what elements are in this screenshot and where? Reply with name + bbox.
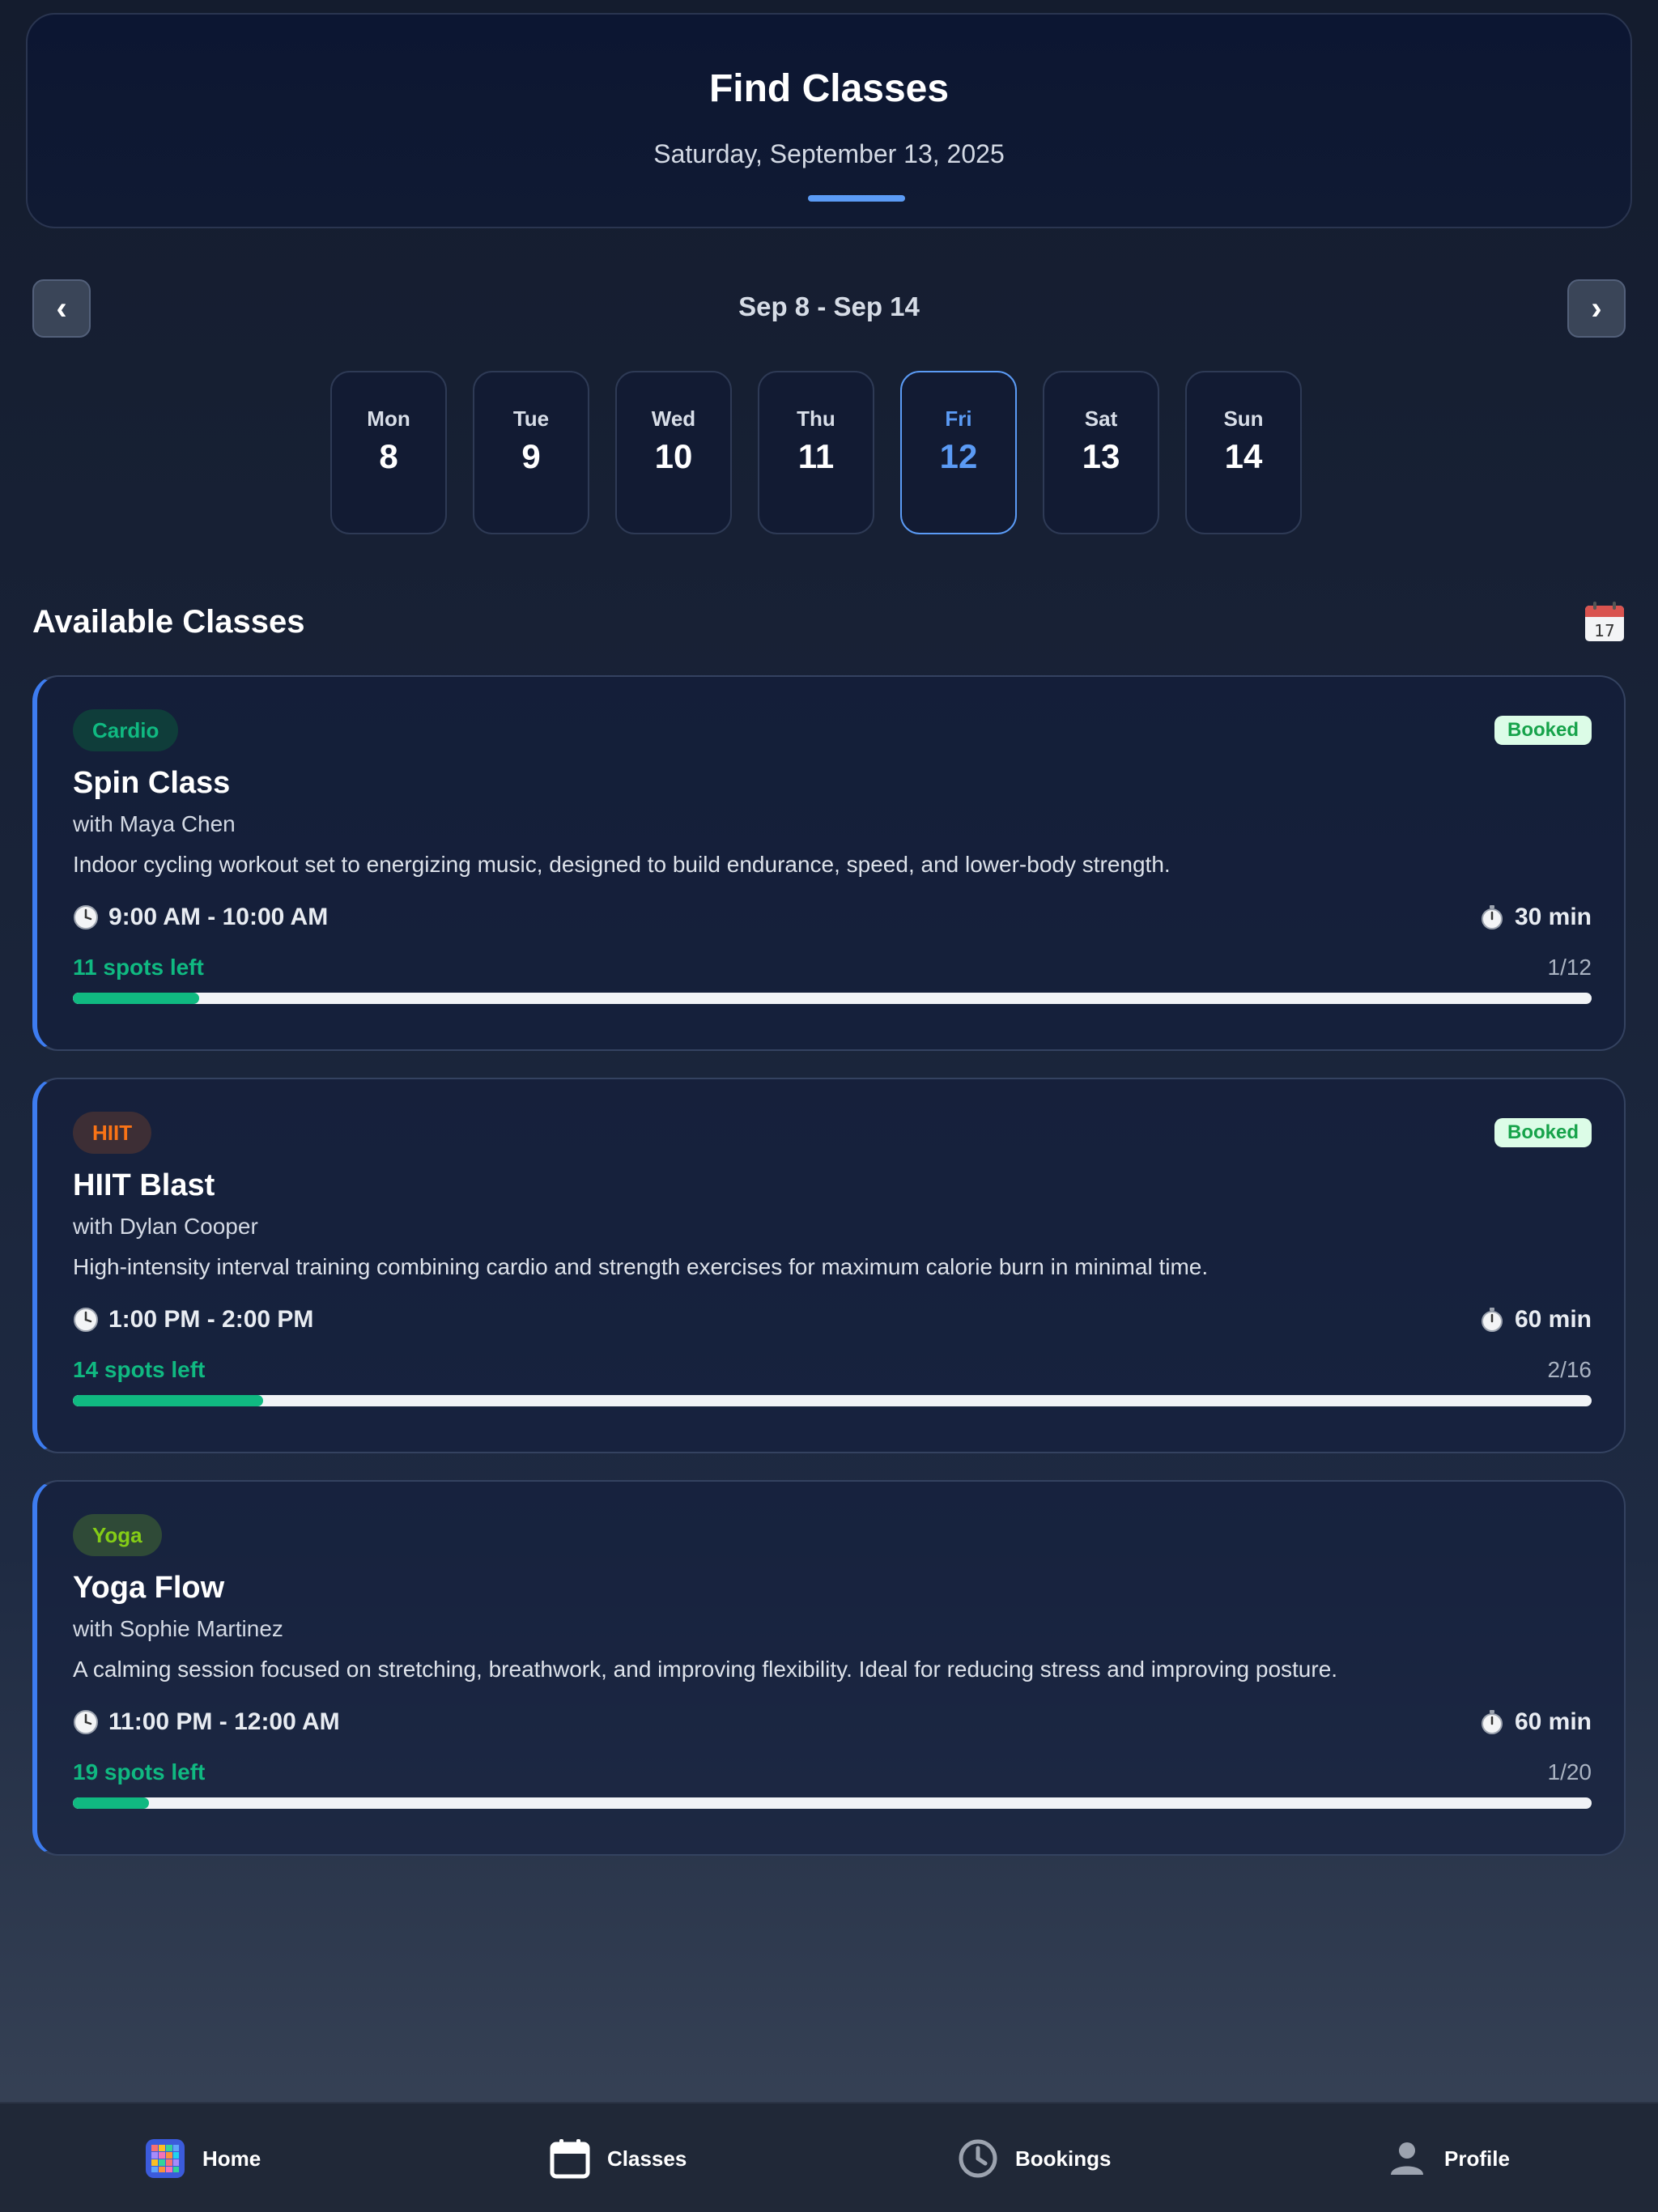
booked-badge: Booked — [1494, 716, 1592, 745]
day-name: Thu — [797, 406, 835, 431]
capacity-bar — [73, 1797, 1592, 1809]
capacity-bar-fill — [73, 1797, 149, 1809]
spots-left: 19 spots left — [73, 1759, 206, 1784]
next-week-button[interactable]: › — [1567, 279, 1626, 338]
clock-icon — [74, 1710, 98, 1734]
time-row: 9:00 AM - 10:00 AM — [73, 904, 328, 931]
category-tag: Cardio — [73, 709, 179, 751]
day-sun[interactable]: Sun 14 — [1185, 371, 1302, 534]
class-description: High-intensity interval training combini… — [73, 1254, 1209, 1279]
day-wed[interactable]: Wed 10 — [615, 371, 732, 534]
calendar-icon — [550, 2139, 590, 2179]
day-name: Sun — [1223, 406, 1264, 431]
day-name: Tue — [512, 406, 550, 431]
day-number: 14 — [1224, 437, 1263, 475]
clock-icon — [74, 905, 98, 929]
day-mon[interactable]: Mon 8 — [330, 371, 447, 534]
class-duration: 60 min — [1514, 1306, 1592, 1333]
section-title: Available Classes — [32, 604, 305, 640]
day-number: 13 — [1082, 437, 1120, 475]
class-name: Spin Class — [73, 766, 231, 800]
day-number: 9 — [521, 437, 541, 475]
duration-row: 60 min — [1479, 1306, 1592, 1334]
tab-classes[interactable]: Classes — [549, 2136, 687, 2181]
capacity-bar-fill — [73, 993, 199, 1004]
tab-profile[interactable]: Profile — [1386, 2136, 1510, 2181]
day-tue[interactable]: Tue 9 — [473, 371, 589, 534]
class-time: 1:00 PM - 2:00 PM — [108, 1306, 314, 1333]
class-card-hiit[interactable]: HIIT Booked HIIT Blast with Dylan Cooper… — [32, 1078, 1626, 1453]
duration-row: 30 min — [1479, 904, 1592, 931]
instructor: with Dylan Cooper — [73, 1214, 258, 1239]
page-title: Find Classes — [708, 67, 950, 110]
duration-row: 60 min — [1479, 1708, 1592, 1736]
time-row: 11:00 PM - 12:00 AM — [73, 1708, 340, 1736]
current-date: Saturday, September 13, 2025 — [653, 139, 1005, 168]
day-thu[interactable]: Thu 11 — [758, 371, 874, 534]
svg-text:17: 17 — [1594, 621, 1614, 640]
clock-icon — [959, 2139, 997, 2178]
capacity: 2/16 — [1547, 1357, 1592, 1382]
tab-home[interactable]: Home — [144, 2136, 261, 2181]
class-time: 11:00 PM - 12:00 AM — [108, 1708, 340, 1735]
instructor: with Maya Chen — [73, 811, 236, 836]
day-name: Sat — [1084, 406, 1118, 431]
bottom-nav: Home Classes Bookings Profile — [0, 2102, 1658, 2212]
time-row: 1:00 PM - 2:00 PM — [73, 1306, 313, 1334]
category-tag: Yoga — [73, 1514, 162, 1556]
stopwatch-icon — [1481, 1308, 1503, 1332]
calendar-icon[interactable]: 17 — [1584, 601, 1626, 643]
capacity-bar — [73, 1395, 1592, 1406]
person-icon — [1391, 2142, 1423, 2175]
instructor: with Sophie Martinez — [73, 1616, 283, 1641]
spots-left: 14 spots left — [73, 1357, 206, 1382]
class-card-yoga[interactable]: Yoga Yoga Flow with Sophie Martinez A ca… — [32, 1480, 1626, 1856]
tab-label: Home — [202, 2146, 261, 2171]
day-name: Fri — [945, 406, 972, 431]
day-number: 12 — [939, 437, 978, 475]
class-description: A calming session focused on stretching,… — [73, 1657, 1338, 1682]
class-name: HIIT Blast — [73, 1168, 215, 1202]
tab-bookings[interactable]: Bookings — [957, 2136, 1111, 2181]
stopwatch-icon — [1481, 1710, 1503, 1734]
day-name: Mon — [367, 406, 410, 431]
capacity: 1/12 — [1547, 955, 1592, 980]
header-accent-bar — [808, 195, 905, 202]
class-name: Yoga Flow — [73, 1571, 225, 1605]
week-range: Sep 8 - Sep 14 — [738, 291, 920, 321]
category-tag: HIIT — [73, 1112, 152, 1154]
spots-left: 11 spots left — [73, 955, 204, 980]
capacity-bar-fill — [73, 1395, 263, 1406]
class-time: 9:00 AM - 10:00 AM — [108, 904, 329, 930]
tab-label: Bookings — [1015, 2146, 1112, 2171]
stopwatch-icon — [1481, 905, 1503, 929]
booked-badge: Booked — [1494, 1118, 1592, 1147]
class-card-spin[interactable]: Cardio Booked Spin Class with Maya Chen … — [32, 675, 1626, 1051]
class-description: Indoor cycling workout set to energizing… — [73, 852, 1171, 877]
day-name: Wed — [651, 406, 696, 431]
day-number: 8 — [379, 437, 398, 475]
class-duration: 30 min — [1514, 904, 1592, 930]
day-number: 10 — [654, 437, 693, 475]
home-icon — [146, 2139, 185, 2178]
capacity: 1/20 — [1547, 1759, 1592, 1784]
tab-label: Classes — [607, 2146, 687, 2171]
tab-label: Profile — [1444, 2146, 1510, 2171]
class-duration: 60 min — [1514, 1708, 1592, 1735]
clock-icon — [74, 1308, 98, 1332]
day-sat[interactable]: Sat 13 — [1043, 371, 1159, 534]
header-card: Find Classes Saturday, September 13, 202… — [26, 13, 1632, 228]
day-fri[interactable]: Fri 12 — [900, 371, 1017, 534]
capacity-bar — [73, 993, 1592, 1004]
day-number: 11 — [797, 437, 835, 475]
